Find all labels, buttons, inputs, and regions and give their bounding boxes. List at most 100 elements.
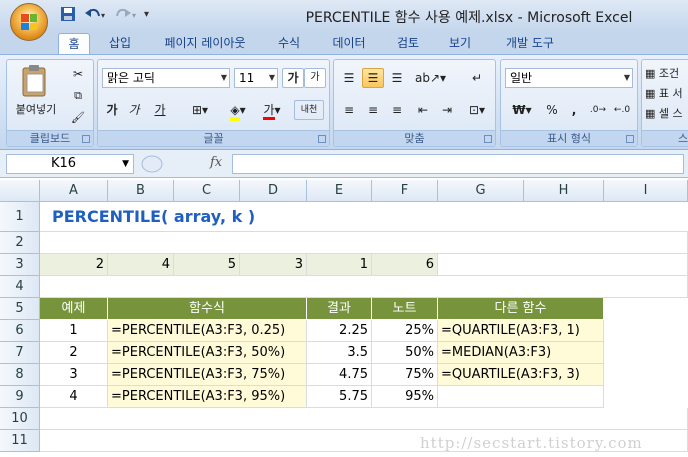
- cell-e8[interactable]: 4.75: [307, 364, 372, 386]
- cut-icon[interactable]: ✂: [67, 64, 89, 84]
- column-header-e[interactable]: E: [307, 180, 372, 202]
- cell-d3[interactable]: 3: [240, 254, 307, 276]
- increase-decimal-icon[interactable]: .0→: [587, 100, 609, 120]
- header-result[interactable]: 결과: [307, 298, 372, 320]
- tab-page-layout[interactable]: 페이지 레이아웃: [150, 33, 260, 54]
- comma-button[interactable]: ,: [565, 100, 583, 120]
- font-name-select[interactable]: 맑은 고딕 ▼: [102, 68, 230, 88]
- sheet-title[interactable]: PERCENTILE( array, k ): [40, 202, 688, 232]
- row-header-1[interactable]: 1: [0, 202, 40, 232]
- increase-indent-icon[interactable]: ⇥: [436, 100, 458, 120]
- row-header-2[interactable]: 2: [0, 232, 40, 254]
- row-header-10[interactable]: 10: [0, 408, 40, 430]
- italic-button[interactable]: 가: [124, 100, 144, 120]
- underline-button[interactable]: 가: [146, 100, 174, 120]
- cell-b6[interactable]: =PERCENTILE(A3:F3, 0.25): [108, 320, 307, 342]
- tab-developer[interactable]: 개발 도구: [490, 33, 570, 54]
- cell-a3[interactable]: 2: [40, 254, 108, 276]
- column-header-i[interactable]: I: [604, 180, 688, 202]
- cell-g7[interactable]: =MEDIAN(A3:F3): [438, 342, 604, 364]
- cell-c3[interactable]: 5: [174, 254, 240, 276]
- cell-b9[interactable]: =PERCENTILE(A3:F3, 95%): [108, 386, 307, 408]
- row-header-3[interactable]: 3: [0, 254, 40, 276]
- bold-button[interactable]: 가: [102, 100, 122, 120]
- cell-e3[interactable]: 1: [307, 254, 372, 276]
- column-header-a[interactable]: A: [40, 180, 108, 202]
- header-example[interactable]: 예제: [40, 298, 108, 320]
- font-launcher-icon[interactable]: [318, 135, 326, 143]
- cell-a9[interactable]: 4: [40, 386, 108, 408]
- cell-g6[interactable]: =QUARTILE(A3:F3, 1): [438, 320, 604, 342]
- row-header-9[interactable]: 9: [0, 386, 40, 408]
- grow-font-button[interactable]: 가: [282, 68, 304, 88]
- percent-button[interactable]: %: [541, 100, 563, 120]
- name-box[interactable]: K16 ▼: [6, 154, 134, 174]
- row-10-empty[interactable]: [40, 408, 688, 430]
- column-header-b[interactable]: B: [108, 180, 174, 202]
- format-as-table-button[interactable]: ▦ 표 서: [644, 84, 688, 104]
- cell-f9[interactable]: 95%: [372, 386, 438, 408]
- cell-styles-button[interactable]: ▦ 셀 스: [644, 104, 688, 124]
- cell-a8[interactable]: 3: [40, 364, 108, 386]
- column-header-d[interactable]: D: [240, 180, 307, 202]
- font-size-select[interactable]: 11 ▼: [234, 68, 278, 88]
- row-4-empty[interactable]: [40, 276, 688, 298]
- cell-f7[interactable]: 50%: [372, 342, 438, 364]
- format-painter-icon[interactable]: 🖌: [67, 108, 89, 128]
- header-other[interactable]: 다른 함수: [438, 298, 604, 320]
- cell-b7[interactable]: =PERCENTILE(A3:F3, 50%): [108, 342, 307, 364]
- cell-g8[interactable]: =QUARTILE(A3:F3, 3): [438, 364, 604, 386]
- number-format-select[interactable]: 일반 ▼: [505, 68, 633, 88]
- cell-f3[interactable]: 6: [372, 254, 438, 276]
- row-header-8[interactable]: 8: [0, 364, 40, 386]
- row-header-4[interactable]: 4: [0, 276, 40, 298]
- copy-icon[interactable]: ⧉: [67, 86, 89, 106]
- cell-g9[interactable]: [438, 386, 604, 408]
- align-center-icon[interactable]: ≡: [362, 100, 384, 120]
- function-icon[interactable]: fx: [210, 155, 222, 170]
- row-header-6[interactable]: 6: [0, 320, 40, 342]
- align-bottom-icon[interactable]: ☰: [386, 68, 408, 88]
- currency-button[interactable]: ₩▾: [505, 100, 539, 120]
- select-all-corner[interactable]: [0, 180, 40, 202]
- tab-view[interactable]: 보기: [437, 33, 483, 54]
- borders-icon[interactable]: ⊞▾: [184, 100, 216, 120]
- paste-button[interactable]: 붙여넣기: [9, 100, 63, 120]
- row-header-11[interactable]: 11: [0, 430, 40, 452]
- decrease-decimal-icon[interactable]: ←.0: [611, 100, 633, 120]
- office-button[interactable]: [10, 3, 48, 41]
- cell-f8[interactable]: 75%: [372, 364, 438, 386]
- formula-input[interactable]: [232, 154, 684, 174]
- row-3-empty[interactable]: [438, 254, 688, 276]
- align-right-icon[interactable]: ≡: [386, 100, 408, 120]
- cell-b8[interactable]: =PERCENTILE(A3:F3, 75%): [108, 364, 307, 386]
- alignment-launcher-icon[interactable]: [484, 135, 492, 143]
- conditional-formatting-button[interactable]: ▦ 조건: [644, 64, 688, 84]
- merge-center-icon[interactable]: ⊡▾: [462, 100, 492, 120]
- orientation-icon[interactable]: ab↗▾: [414, 68, 446, 88]
- cell-f6[interactable]: 25%: [372, 320, 438, 342]
- tab-data[interactable]: 데이터: [320, 33, 378, 54]
- cell-a7[interactable]: 2: [40, 342, 108, 364]
- tab-review[interactable]: 검토: [385, 33, 431, 54]
- cell-e6[interactable]: 2.25: [307, 320, 372, 342]
- row-header-7[interactable]: 7: [0, 342, 40, 364]
- align-left-icon[interactable]: ≡: [338, 100, 360, 120]
- align-middle-icon[interactable]: ☰: [362, 68, 384, 88]
- row-2-empty[interactable]: [40, 232, 688, 254]
- column-header-f[interactable]: F: [372, 180, 438, 202]
- header-note[interactable]: 노트: [372, 298, 438, 320]
- number-launcher-icon[interactable]: [626, 135, 634, 143]
- font-color-button[interactable]: 가▾: [256, 100, 288, 120]
- header-formula[interactable]: 함수식: [108, 298, 307, 320]
- fill-color-icon[interactable]: ◈▾: [222, 100, 254, 121]
- decrease-indent-icon[interactable]: ⇤: [412, 100, 434, 120]
- tab-insert[interactable]: 삽입: [100, 33, 140, 54]
- clipboard-launcher-icon[interactable]: [82, 135, 90, 143]
- cell-e7[interactable]: 3.5: [307, 342, 372, 364]
- column-header-g[interactable]: G: [438, 180, 524, 202]
- align-top-icon[interactable]: ☰: [338, 68, 360, 88]
- wrap-text-icon[interactable]: ↵: [464, 68, 490, 88]
- cell-b3[interactable]: 4: [108, 254, 174, 276]
- shrink-font-button[interactable]: 가: [304, 68, 326, 88]
